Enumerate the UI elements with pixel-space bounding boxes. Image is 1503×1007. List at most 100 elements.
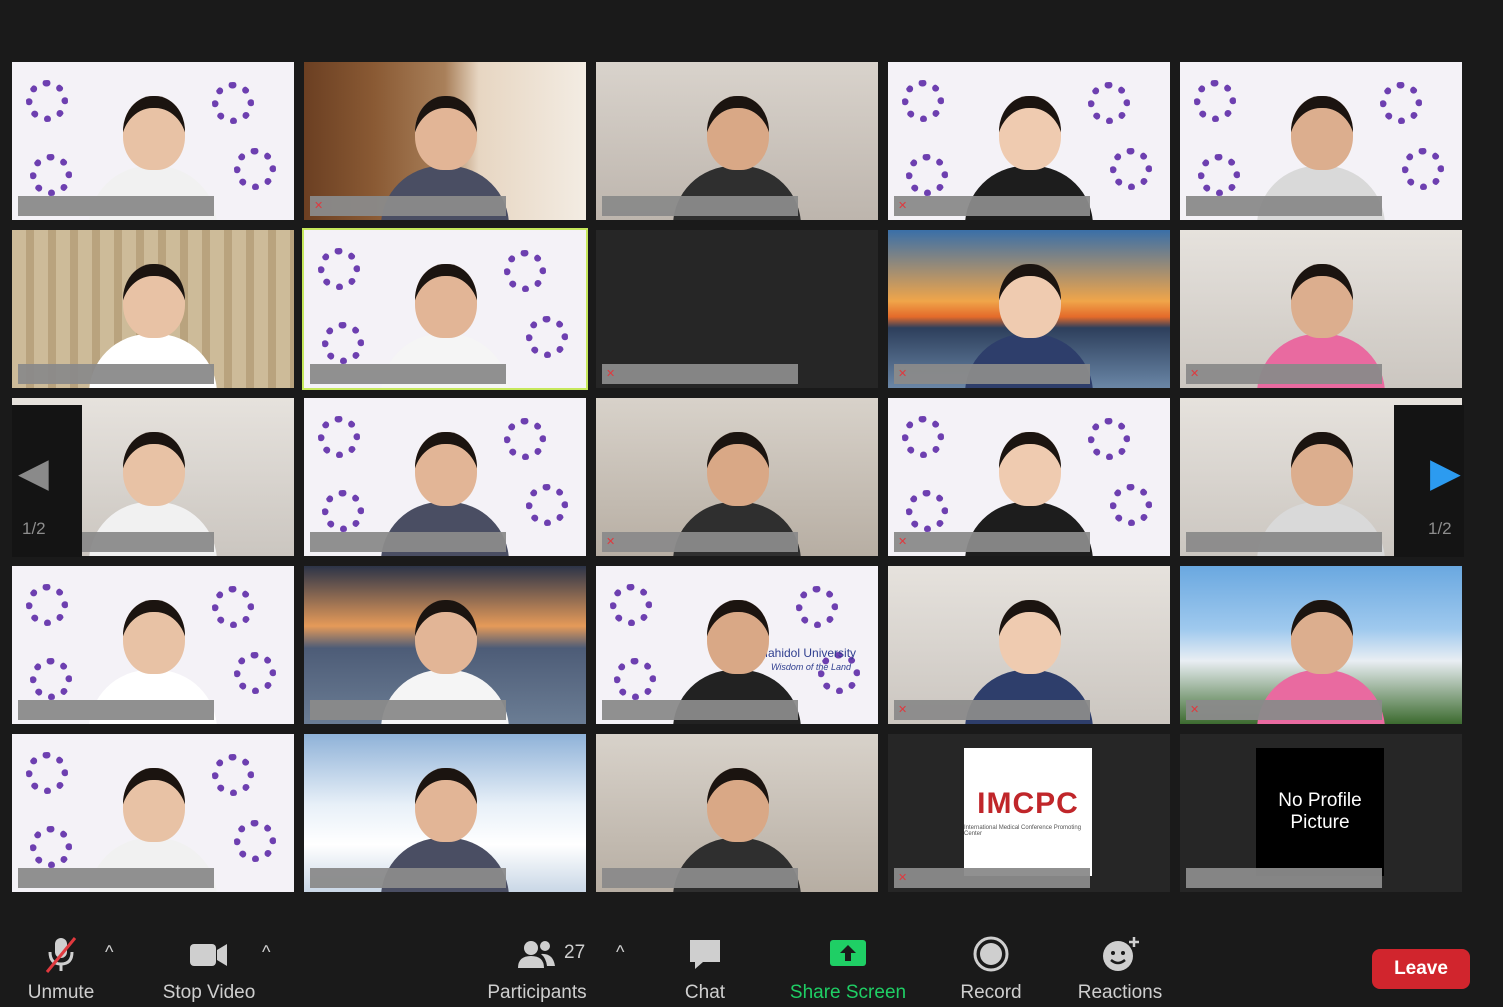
- share-screen-button[interactable]: Share Screen: [788, 920, 908, 1007]
- video-options-caret[interactable]: ^: [262, 942, 270, 963]
- chat-button[interactable]: Chat: [672, 920, 738, 1007]
- participant-video-tile[interactable]: ✕: [596, 398, 878, 556]
- participant-video-tile[interactable]: [12, 566, 294, 724]
- participant-video-tile[interactable]: ✕: [888, 230, 1170, 388]
- university-logo: [234, 148, 276, 190]
- stop-video-button[interactable]: Stop Video: [155, 920, 263, 1007]
- participant-video-tile[interactable]: ✕: [888, 566, 1170, 724]
- university-logo: [614, 658, 656, 700]
- participant-video-tile[interactable]: [304, 566, 586, 724]
- university-logo: [318, 248, 360, 290]
- participant-name-redacted: [310, 196, 506, 216]
- participant-name-redacted: [894, 532, 1090, 552]
- university-logo: [1198, 154, 1240, 196]
- leave-button[interactable]: Leave: [1372, 949, 1470, 989]
- participant-video-tile[interactable]: ✕: [1180, 230, 1462, 388]
- profile-picture-card: IMCPC International Medical Conference Pr…: [964, 748, 1092, 876]
- university-logo: [212, 586, 254, 628]
- imcpc-subtitle: International Medical Conference Promoti…: [964, 825, 1082, 837]
- university-logo: [30, 658, 72, 700]
- participants-icon: [518, 941, 555, 968]
- muted-microphone-icon: ✕: [606, 536, 616, 548]
- share-screen-label: Share Screen: [789, 982, 907, 1003]
- previous-page-button[interactable]: ◀ 1/2: [12, 405, 82, 557]
- microphone-muted-icon: [45, 937, 77, 973]
- participant-video-tile[interactable]: [304, 398, 586, 556]
- university-logo: [322, 490, 364, 532]
- audio-options-caret[interactable]: ^: [105, 942, 113, 963]
- reactions-label: Reactions: [1077, 982, 1163, 1003]
- muted-microphone-icon: ✕: [1190, 704, 1200, 716]
- participant-video-tile[interactable]: [302, 228, 588, 390]
- participant-name-redacted: [894, 364, 1090, 384]
- participant-video-tile[interactable]: [12, 734, 294, 892]
- participant-video-tile[interactable]: [12, 62, 294, 220]
- participant-video-tile[interactable]: ✕: [888, 62, 1170, 220]
- participant-name-redacted: [310, 364, 506, 384]
- university-logo: [902, 80, 944, 122]
- university-logo: [504, 250, 546, 292]
- university-logo: [30, 154, 72, 196]
- imcpc-logo-text: IMCPC: [977, 787, 1079, 820]
- participants-count: 27: [564, 942, 586, 963]
- university-logo: [902, 416, 944, 458]
- participant-name-redacted: [602, 532, 798, 552]
- university-logo: [212, 82, 254, 124]
- participant-name-redacted: [602, 868, 798, 888]
- participant-video-tile[interactable]: IMCPC International Medical Conference Pr…: [888, 734, 1170, 892]
- muted-microphone-icon: ✕: [898, 536, 908, 548]
- participants-label: Participants: [487, 982, 587, 1003]
- video-camera-icon: [190, 944, 227, 966]
- university-logo: [1110, 148, 1152, 190]
- next-page-button[interactable]: ▶ 1/2: [1394, 405, 1464, 557]
- unmute-button[interactable]: Unmute: [20, 920, 102, 1007]
- participant-name-redacted: [894, 196, 1090, 216]
- participant-video-tile[interactable]: [12, 230, 294, 388]
- university-logo: [504, 418, 546, 460]
- participant-name-redacted: [602, 700, 798, 720]
- participant-video-tile[interactable]: ✕: [888, 398, 1170, 556]
- participant-name-redacted: [894, 700, 1090, 720]
- chat-label: Chat: [684, 982, 726, 1003]
- participant-video-tile[interactable]: [596, 62, 878, 220]
- university-logo: [526, 484, 568, 526]
- university-logo: [1402, 148, 1444, 190]
- participant-video-tile[interactable]: ✕: [1180, 566, 1462, 724]
- muted-microphone-icon: ✕: [898, 704, 908, 716]
- participant-video-tile[interactable]: [596, 734, 878, 892]
- participant-video-tile[interactable]: No Profile Picture: [1180, 734, 1462, 892]
- participant-name-redacted: [602, 196, 798, 216]
- share-screen-icon: [830, 940, 866, 966]
- participants-button[interactable]: 27 Participants: [482, 920, 592, 1007]
- participant-name-redacted: [18, 364, 214, 384]
- university-logo: [796, 586, 838, 628]
- university-logo: [906, 154, 948, 196]
- participant-video-tile[interactable]: ✕: [596, 230, 878, 388]
- record-button[interactable]: Record: [955, 920, 1027, 1007]
- participant-name-redacted: [18, 196, 214, 216]
- page-indicator: 1/2: [22, 519, 46, 538]
- meeting-window: ✕ ✕ ✕ ✕ ✕ ✕ ✕ Mahidol University Wisdom of the L…: [0, 0, 1492, 1007]
- muted-microphone-icon: ✕: [898, 200, 908, 212]
- university-logo: [26, 752, 68, 794]
- participant-video-tile[interactable]: Mahidol University Wisdom of the Land: [596, 566, 878, 724]
- unmute-label: Unmute: [27, 982, 95, 1003]
- university-logo: [30, 826, 72, 868]
- participant-name-redacted: [1186, 868, 1382, 888]
- muted-microphone-icon: ✕: [1190, 368, 1200, 380]
- university-logo: [322, 322, 364, 364]
- muted-microphone-icon: ✕: [898, 368, 908, 380]
- university-logo: [26, 80, 68, 122]
- participants-options-caret[interactable]: ^: [616, 942, 624, 963]
- participant-video-tile[interactable]: ✕: [304, 62, 586, 220]
- university-logo: [526, 316, 568, 358]
- participant-video-tile[interactable]: [304, 734, 586, 892]
- chevron-right-icon: ▶: [1430, 451, 1461, 495]
- university-logo: [906, 490, 948, 532]
- reactions-button[interactable]: Reactions: [1074, 920, 1166, 1007]
- participant-name-redacted: [602, 364, 798, 384]
- participant-video-tile[interactable]: [1180, 62, 1462, 220]
- participant-name-redacted: [310, 700, 506, 720]
- university-logo: [234, 652, 276, 694]
- smiley-plus-icon: [1103, 937, 1139, 971]
